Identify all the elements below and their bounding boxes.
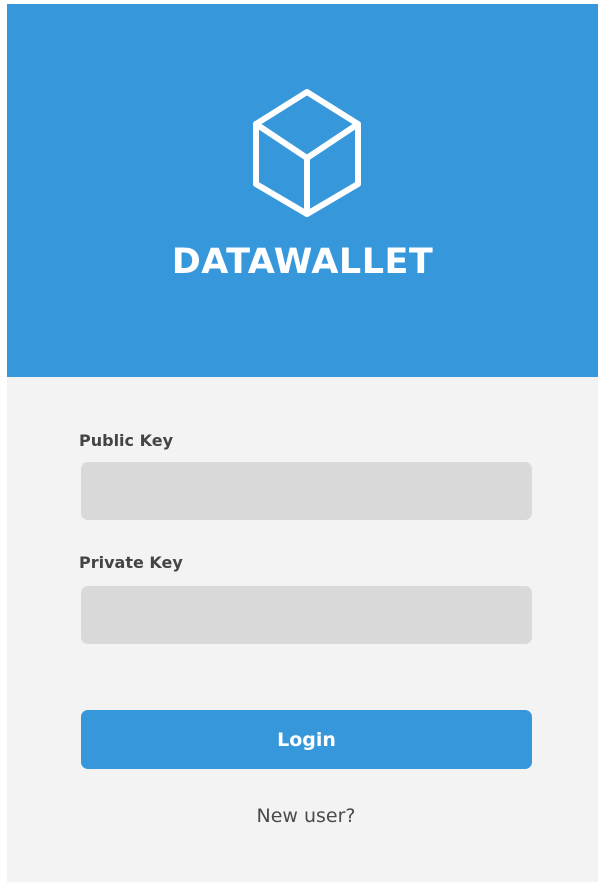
private-key-input[interactable]	[81, 586, 532, 644]
login-form: Public Key Private Key Login New user?	[7, 377, 598, 882]
cube-icon	[253, 89, 361, 217]
private-key-label: Private Key	[79, 553, 183, 572]
public-key-input[interactable]	[81, 462, 532, 520]
login-card: DATAWALLET Public Key Private Key Login …	[7, 4, 598, 882]
brand-name: DATAWALLET	[171, 242, 434, 282]
public-key-label: Public Key	[79, 431, 173, 450]
login-button[interactable]: Login	[81, 710, 532, 769]
new-user-link[interactable]: New user?	[7, 804, 598, 828]
brand-header: DATAWALLET	[7, 4, 598, 377]
